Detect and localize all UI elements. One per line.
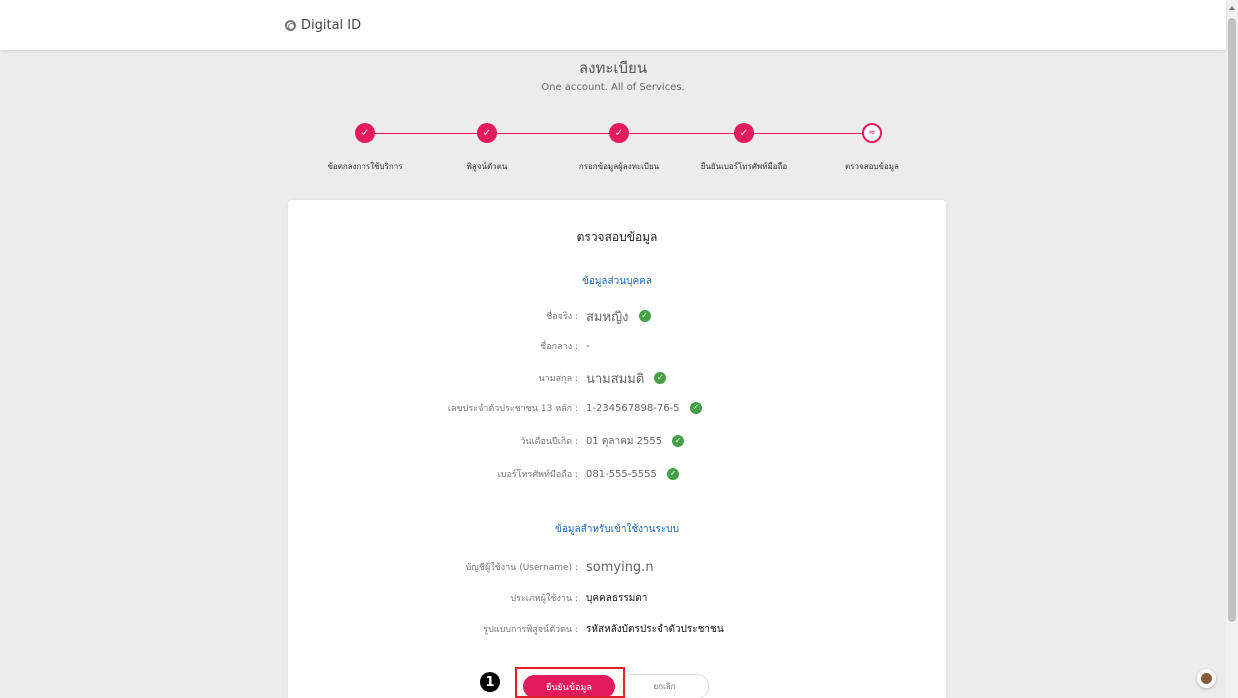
brand-name: Digital ID bbox=[301, 18, 362, 33]
field-auth-method: รูปแบบการพิสูจน์ตัวตน : รหัสหลังบัตรประจ… bbox=[288, 618, 946, 640]
card-title: ตรวจสอบข้อมูล bbox=[576, 230, 658, 244]
field-label: ชื่อกลาง : bbox=[540, 342, 578, 352]
page-title: ลงทะเบียน bbox=[578, 59, 648, 77]
username-value: somying.n bbox=[586, 559, 654, 575]
field-national-id: เลขประจำตัวประชาชน 13 หลัก : 1-234567898… bbox=[288, 397, 946, 419]
step-phone-verification: ✓ ยืนยันเบอร์โทรศัพท์มือถือ bbox=[679, 123, 809, 173]
field-value: 01 ตุลาคม 2555 ✓ bbox=[586, 434, 685, 449]
verified-check-icon: ✓ bbox=[638, 310, 651, 322]
middle-name-value: - bbox=[586, 340, 590, 352]
review-card: ตรวจสอบข้อมูล ข้อมูลส่วนบุคคล ชื่อจริง :… bbox=[288, 200, 946, 698]
highlight-box bbox=[515, 667, 625, 698]
cookie-icon[interactable] bbox=[1197, 669, 1216, 688]
field-last-name: นามสกุล : นามสมมติ ✓ bbox=[288, 367, 946, 389]
scroll-thumb[interactable] bbox=[1228, 18, 1236, 622]
field-label: รูปแบบการพิสูจน์ตัวตน : bbox=[483, 625, 578, 635]
verified-check-icon: ✓ bbox=[672, 435, 685, 447]
field-value: somying.n bbox=[586, 560, 654, 575]
field-birth-date: วันเดือนปีเกิด : 01 ตุลาคม 2555 ✓ bbox=[288, 430, 946, 452]
user-type-value: บุคคลธรรมดา bbox=[586, 592, 648, 604]
field-value: สมหญิง ✓ bbox=[586, 306, 651, 327]
field-value: รหัสหลังบัตรประจำตัวประชาชน bbox=[586, 622, 724, 637]
step-label: ยืนยันเบอร์โทรศัพท์มือถือ bbox=[700, 162, 788, 171]
step-label: ข้อตกลงการใช้บริการ bbox=[327, 162, 403, 171]
last-name-value: นามสมมติ bbox=[586, 371, 645, 387]
verified-check-icon: ✓ bbox=[689, 402, 702, 414]
step-registration-info: ✓ กรอกข้อมูลผู้ลงทะเบียน bbox=[554, 123, 684, 173]
field-user-type: ประเภทผู้ใช้งาน : บุคคลธรรมดา bbox=[288, 587, 946, 609]
check-icon: ✓ bbox=[355, 123, 375, 143]
top-bar: Digital ID bbox=[0, 0, 1226, 50]
annotation-marker: 1 bbox=[480, 672, 500, 692]
check-icon: ✓ bbox=[477, 123, 497, 143]
birth-date-value: 01 ตุลาคม 2555 bbox=[586, 435, 663, 447]
field-middle-name: ชื่อกลาง : - bbox=[288, 335, 946, 357]
step-identity: ✓ พิสูจน์ตัวตน bbox=[422, 123, 552, 173]
scrollbar[interactable] bbox=[1226, 0, 1238, 698]
field-label: เลขประจำตัวประชาชน 13 หลัก : bbox=[447, 404, 578, 414]
field-label: วันเดือนปีเกิด : bbox=[520, 437, 578, 447]
check-icon: ✓ bbox=[734, 123, 754, 143]
field-label: ชื่อจริง : bbox=[546, 312, 578, 322]
field-value: 081-555-5555 ✓ bbox=[586, 468, 679, 480]
cancel-button[interactable]: ยกเลิก bbox=[620, 674, 709, 698]
brand[interactable]: Digital ID bbox=[285, 18, 361, 33]
field-label: บัญชีผู้ใช้งาน (Username) : bbox=[465, 563, 578, 573]
login-section-title: ข้อมูลสำหรับเข้าใช้งานระบบ bbox=[555, 524, 679, 535]
field-username: บัญชีผู้ใช้งาน (Username) : somying.n bbox=[288, 556, 946, 578]
field-value: - bbox=[586, 341, 590, 352]
field-label: ประเภทผู้ใช้งาน : bbox=[510, 594, 578, 604]
mobile-phone-value: 081-555-5555 bbox=[586, 468, 657, 480]
personal-section-title: ข้อมูลส่วนบุคคล bbox=[582, 276, 652, 287]
check-icon: ✓ bbox=[609, 123, 629, 143]
field-first-name: ชื่อจริง : สมหญิง ✓ bbox=[288, 305, 946, 327]
national-id-value: 1-234567898-76-5 bbox=[586, 402, 680, 414]
step-label: ตรวจสอบข้อมูล bbox=[845, 162, 899, 171]
review-icon: ≈ bbox=[862, 123, 882, 143]
verified-check-icon: ✓ bbox=[654, 372, 667, 384]
cookie-icon-inner bbox=[1201, 673, 1212, 684]
verified-check-icon: ✓ bbox=[666, 468, 679, 480]
step-review: ≈ ตรวจสอบข้อมูล bbox=[807, 123, 937, 173]
step-label: กรอกข้อมูลผู้ลงทะเบียน bbox=[578, 162, 660, 171]
scroll-up-arrow-icon[interactable] bbox=[1229, 6, 1235, 10]
field-value: นามสมมติ ✓ bbox=[586, 368, 667, 389]
field-label: นามสกุล : bbox=[538, 374, 579, 384]
step-terms: ✓ ข้อตกลงการใช้บริการ bbox=[300, 123, 430, 173]
field-value: 1-234567898-76-5 ✓ bbox=[586, 402, 702, 414]
field-label: เบอร์โทรศัพท์มือถือ : bbox=[497, 470, 578, 480]
auth-method-value: รหัสหลังบัตรประจำตัวประชาชน bbox=[586, 623, 724, 635]
step-label: พิสูจน์ตัวตน bbox=[466, 162, 508, 171]
page-subtitle: One account. All of Services. bbox=[541, 82, 685, 93]
field-mobile-phone: เบอร์โทรศัพท์มือถือ : 081-555-5555 ✓ bbox=[288, 463, 946, 485]
field-value: บุคคลธรรมดา bbox=[586, 591, 647, 606]
first-name-value: สมหญิง bbox=[586, 309, 629, 325]
fingerprint-icon bbox=[285, 20, 296, 31]
